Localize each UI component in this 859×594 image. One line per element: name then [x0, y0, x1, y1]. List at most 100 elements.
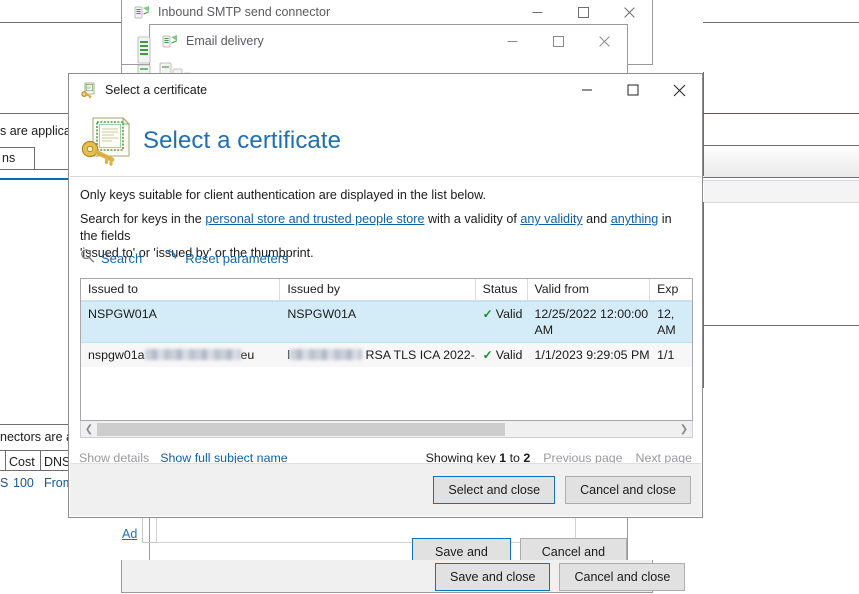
bg-col-dns: DNS — [44, 455, 71, 469]
bg-toolbar-strip — [704, 146, 859, 178]
reset-parameters-label: Reset parameters — [185, 250, 289, 266]
window-controls — [489, 25, 627, 57]
certificate-icon-large — [79, 116, 133, 166]
certificate-icon — [81, 82, 97, 99]
horizontal-scrollbar[interactable]: ❮ ❯ — [80, 421, 693, 438]
bg-accent-rule — [0, 178, 68, 180]
bg-divider — [703, 325, 859, 326]
dialog-titlebar[interactable]: Select a certificate — [69, 74, 702, 106]
maximize-icon[interactable] — [535, 25, 581, 57]
reset-icon — [164, 248, 179, 268]
cancel-and-close-button[interactable]: Cancel and close — [559, 563, 686, 591]
cell-issued-to: NSPGW01A — [88, 307, 157, 321]
maximize-icon[interactable] — [610, 74, 656, 106]
bg-fragment-tab: ns — [2, 151, 16, 165]
scrollbar-thumb[interactable] — [97, 422, 506, 436]
bg-divider — [0, 470, 68, 471]
bg-fragment-applicable: s are applicab — [0, 124, 78, 138]
bg-col-cost: Cost — [9, 455, 35, 469]
dialog-title-label: Select a certificate — [105, 83, 208, 97]
search-desc-part2: with a validity of — [424, 212, 521, 226]
search-action[interactable]: Search — [80, 248, 142, 268]
bg-accent-rule — [703, 113, 859, 114]
cell-issued-by: l RSA TLS ICA 2022-1 — [280, 343, 475, 367]
table-row[interactable]: nspgw01a eu l RSA TLS ICA 2022-1 ✓ Valid 1… — [81, 343, 692, 367]
search-icon — [80, 248, 95, 268]
cell-expires: 1/1 — [657, 348, 675, 362]
column-header-status[interactable]: Status — [476, 279, 528, 300]
redacted-block — [144, 349, 241, 360]
personal-store-link[interactable]: personal store and trusted people store — [205, 212, 424, 226]
column-header-issued-to[interactable]: Issued to — [81, 279, 281, 300]
cell-issued-by-suffix: RSA TLS ICA 2022-1 — [365, 348, 476, 362]
bg-header-strip — [704, 180, 859, 202]
intro-text: Only keys suitable for client authentica… — [80, 188, 487, 202]
cell-issued-to-prefix: nspgw01a — [88, 348, 145, 362]
cell-issued-to: nspgw01a eu — [81, 343, 280, 367]
bg-cell-prefix: S — [0, 476, 9, 490]
bg-divider — [703, 180, 859, 181]
table-row[interactable]: NSPGW01A NSPGW01A ✓ Valid 12/25/2022 12:0… — [81, 301, 692, 343]
cell-status: ✓ Valid — [476, 302, 528, 342]
dialog-heading: Select a certificate — [143, 127, 342, 154]
select-certificate-dialog: Select a certificate Select a certificat… — [68, 73, 703, 518]
cell-valid-from: 12/25/2022 12:00:00 AM — [534, 307, 649, 337]
bg-divider — [0, 22, 121, 23]
select-and-close-button[interactable]: Select and close — [433, 476, 556, 504]
bg-cell-cost: 100 — [13, 476, 34, 490]
bg-divider — [0, 147, 34, 148]
scrollbar-track[interactable] — [97, 421, 676, 437]
search-action-label: Search — [101, 250, 143, 266]
minimize-icon[interactable] — [489, 25, 535, 57]
bg-divider — [40, 450, 41, 470]
bg-divider — [703, 22, 859, 23]
fields-link[interactable]: anything — [611, 212, 659, 226]
window-title-label: Inbound SMTP send connector — [158, 5, 331, 19]
cell-issued-by: NSPGW01A — [287, 307, 357, 321]
save-and-close-button[interactable]: Save and close — [435, 563, 551, 591]
bg-divider — [703, 202, 704, 326]
bg-divider — [0, 169, 68, 170]
cancel-and-close-button[interactable]: Cancel and close — [565, 476, 691, 504]
minimize-icon[interactable] — [564, 74, 610, 106]
dialog-header: Select a certificate — [70, 106, 701, 177]
valid-check-icon: ✓ — [482, 348, 493, 362]
certificate-list[interactable]: Issued to Issued by Status Valid from Ex… — [80, 278, 693, 421]
scroll-left-icon[interactable]: ❮ — [81, 422, 97, 437]
column-header-expires[interactable]: Exp — [650, 279, 692, 300]
bg-divider — [0, 424, 68, 425]
add-link[interactable]: Ad — [122, 527, 137, 541]
cell-status-label: Valid — [495, 307, 523, 321]
search-desc-part3: and — [582, 212, 611, 226]
certificate-list-body: NSPGW01A NSPGW01A ✓ Valid 12/25/2022 12:0… — [81, 301, 692, 367]
scroll-right-icon[interactable]: ❯ — [676, 422, 692, 437]
bg-divider — [5, 450, 6, 470]
close-icon[interactable] — [581, 25, 627, 57]
connector-icon — [162, 33, 178, 49]
window-titlebar[interactable]: Email delivery — [150, 25, 627, 57]
dialog-footer: Select and close Cancel and close — [70, 463, 701, 516]
screen: s are applicab ns nectors are ap Cost DN… — [0, 0, 859, 594]
close-icon[interactable] — [656, 74, 702, 106]
action-links: Search Reset parameters — [80, 248, 289, 268]
search-desc-part1: Search for keys in the — [80, 212, 206, 226]
cell-expires: 12, AM — [657, 307, 676, 337]
validity-link[interactable]: any validity — [520, 212, 582, 226]
window-title-label: Email delivery — [186, 34, 264, 48]
column-header-valid-from[interactable]: Valid from — [528, 279, 651, 300]
certificate-list-header: Issued to Issued by Status Valid from Ex… — [81, 279, 692, 301]
valid-check-icon: ✓ — [482, 307, 493, 321]
inbound-connector-footer: Save and close Cancel and close — [435, 563, 686, 591]
connector-icon — [134, 4, 150, 20]
redacted-block — [290, 349, 363, 360]
bg-divider — [0, 450, 68, 451]
bg-divider — [703, 202, 859, 203]
dialog-window-controls — [564, 74, 702, 106]
dialog-body: Only keys suitable for client authentica… — [70, 177, 701, 465]
cell-issued-to-suffix: eu — [240, 348, 255, 362]
bg-divider — [34, 147, 35, 169]
column-header-issued-by[interactable]: Issued by — [280, 279, 476, 300]
reset-parameters-action[interactable]: Reset parameters — [164, 248, 289, 268]
cell-status-label: Valid — [495, 348, 523, 362]
bg-divider — [703, 177, 859, 178]
